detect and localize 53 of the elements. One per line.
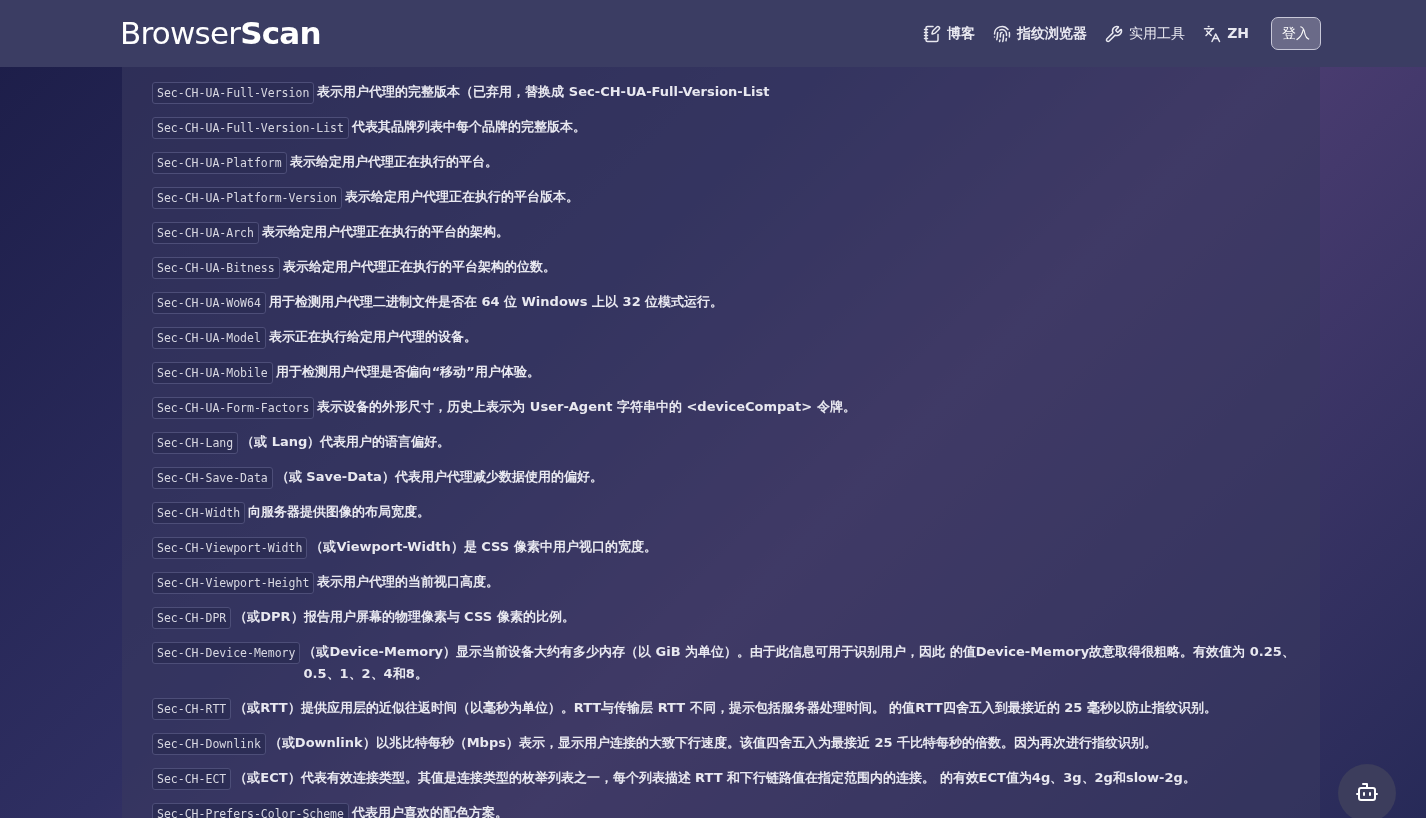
header-name-code: Sec-CH-RTT [152,698,232,720]
header-name-code: Sec-CH-Save-Data [152,467,273,489]
fingerprint-icon [993,24,1012,43]
header-name-code: Sec-CH-Downlink [152,733,266,755]
header-description: 用于检测用户代理是否偏向“移动”用户体验。 [275,363,540,381]
header-description: （或Viewport-Width）是 CSS 像素中用户视口的宽度。 [310,538,657,556]
header-description: 表示给定用户代理正在执行的平台。 [289,153,498,171]
header-name-code: Sec-CH-UA-Form-Factors [152,397,315,419]
translate-icon [1203,24,1222,43]
header-name-code: Sec-CH-Prefers-Color-Scheme [152,803,349,818]
header-description: （或Downlink）以兆比特每秒（Mbps）表示，显示用户连接的大致下行速度。该值四舍五入为最接近 25 千比特每秒的倍数。因为再次进行指纹识别。 [268,734,1158,752]
header-name-code: Sec-CH-UA-Platform [152,152,287,174]
header-description: 用于检测用户代理二进制文件是否在 64 位 Windows 上以 32 位模式运行。 [268,293,724,311]
header-description: 表示给定用户代理正在执行的平台版本。 [345,188,579,206]
header-name-code: Sec-CH-ECT [152,768,232,790]
header-description: （或RTT）提供应用层的近似往返时间（以毫秒为单位）。RTT与传输层 RTT 不同，提示包括服务器处理时间。 的值RTT四舍五入到最接近的 25 毫秒以防止指纹识别。 [234,699,1217,717]
chat-bot-button[interactable] [1338,764,1396,818]
header-description: 表示给定用户代理正在执行的平台架构的位数。 [282,258,556,276]
header-description: （或 Lang）代表用户的语言偏好。 [241,433,451,451]
header-description: （或Device-Memory）显示当前设备大约有多少内存（以 GiB 为单位）。由于此信息可用于识别用户，因此 的值Device-Memory故意取得很粗略。有效值为 0.25、0.5、1、2、4和8。 [303,643,1296,683]
header-name-code: Sec-CH-Device-Memory [152,642,301,664]
nav-link[interactable]: ZH [1203,23,1249,44]
header-description: 表示设备的外形尺寸，历史上表示为 User-Agent 字符串中的 <deviceCompat> 令牌。 [317,398,856,416]
nav-link[interactable]: 博客 [923,23,976,44]
header-name-code: Sec-CH-Lang [152,432,239,454]
nav-link[interactable]: 指纹浏览器 [993,23,1088,44]
header-name-code: Sec-CH-UA-Arch [152,222,259,244]
robot-icon [1355,780,1379,804]
nav-link[interactable]: 实用工具 [1105,23,1186,44]
header-name-code: Sec-CH-UA-Full-Version [152,82,315,104]
header-description: 向服务器提供图像的布局宽度。 [248,503,431,521]
header-description: 代表其品牌列表中每个品牌的完整版本。 [351,118,586,136]
header-name-code: Sec-CH-Viewport-Width [152,537,308,559]
notepad-icon [923,24,942,43]
header-name-code: Sec-CH-UA-Mobile [152,362,273,384]
header-name-code: Sec-CH-UA-Full-Version-List [152,117,349,139]
header-name-code: Sec-CH-UA-Model [152,327,266,349]
header-description: 表示给定用户代理正在执行的平台的架构。 [261,223,509,241]
header-name-code: Sec-CH-Width [152,502,246,524]
header-description: （或 Save-Data）代表用户代理减少数据使用的偏好。 [275,468,603,486]
header-description: （或DPR）报告用户屏幕的物理像素与 CSS 像素的比例。 [234,608,575,626]
header-name-code: Sec-CH-DPR [152,607,232,629]
header-name-code: Sec-CH-Viewport-Height [152,572,315,594]
header-name-code: Sec-CH-UA-Platform-Version [152,187,342,209]
header-description: 表示用户代理的完整版本（已弃用，替换成 Sec-CH-UA-Full-Version-List [317,83,770,101]
header-description: （或ECT）代表有效连接类型。其值是连接类型的枚举列表之一，每个列表描述 RTT 和下行链路值在指定范围内的连接。 的有效ECT值为4g、3g、2g和slow-2g。 [234,769,1196,787]
header-name-code: Sec-CH-UA-WoW64 [152,292,266,314]
header-name-code: Sec-CH-UA-Bitness [152,257,280,279]
header-description: 表示用户代理的当前视口高度。 [317,573,500,591]
logo[interactable]: BrowserScan [120,18,321,49]
login-button[interactable]: 登入 [1271,17,1321,50]
wrench-icon [1105,24,1124,43]
header-description: 表示正在执行给定用户代理的设备。 [268,328,477,346]
